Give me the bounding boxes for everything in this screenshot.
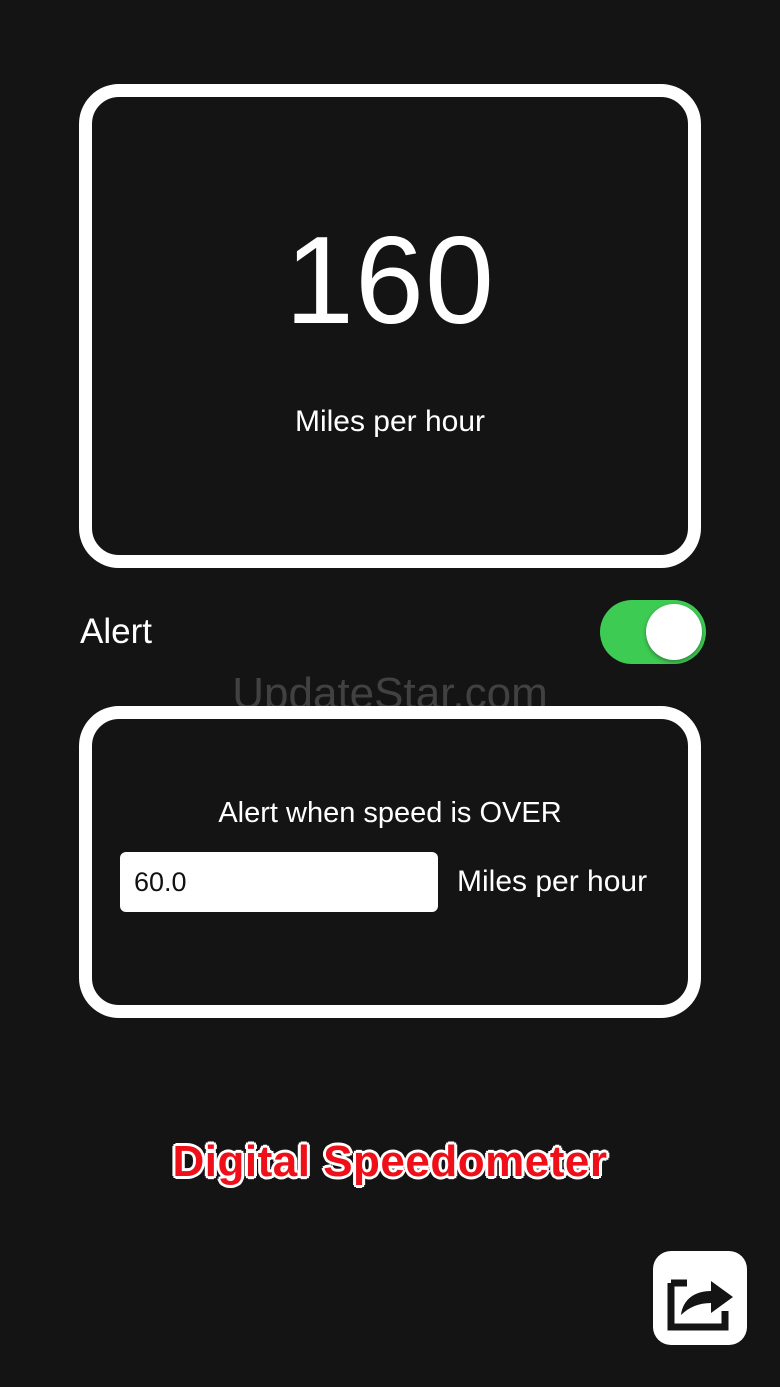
speedometer-screen: 160 Miles per hour Alert UpdateStar.com … (0, 0, 780, 1387)
app-title: Digital Speedometer (172, 1137, 608, 1186)
share-button[interactable] (653, 1251, 747, 1345)
alert-toggle-knob (646, 604, 702, 660)
threshold-heading: Alert when speed is OVER (218, 797, 562, 829)
alert-threshold-card: Alert when speed is OVER Miles per hour (79, 706, 701, 1018)
current-speed: 160 (285, 212, 495, 350)
share-icon (667, 1279, 733, 1331)
speed-unit-label: Miles per hour (294, 405, 486, 438)
speed-threshold-input[interactable] (120, 852, 438, 912)
speed-display-card: 160 Miles per hour (79, 84, 701, 568)
threshold-unit-label: Miles per hour (457, 865, 648, 898)
alert-toggle[interactable] (600, 600, 706, 664)
alert-label: Alert (80, 612, 152, 651)
